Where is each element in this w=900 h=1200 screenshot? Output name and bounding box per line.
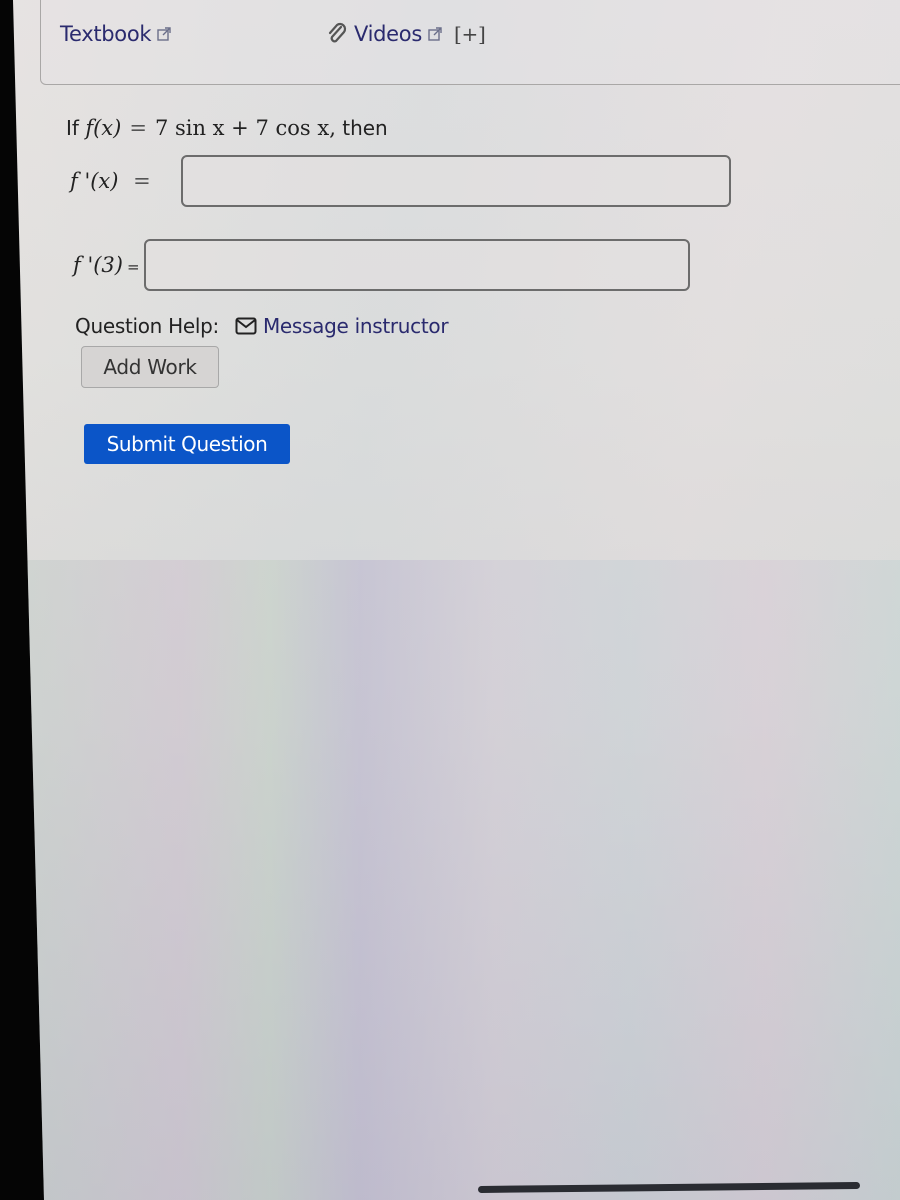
question-statement: If f(x) = 7 sin x + 7 cos x, then bbox=[66, 116, 388, 140]
screen: Textbook Videos [+] If f(x) = 7 sin x + 7 … bbox=[13, 0, 900, 1200]
add-work-button[interactable]: Add Work bbox=[81, 346, 219, 388]
message-instructor-link[interactable]: Message instructor bbox=[263, 314, 449, 338]
question-help: Question Help: Message instructor bbox=[75, 314, 449, 338]
answer-label-derivative: f '(x) = bbox=[70, 169, 151, 193]
question-suffix: then bbox=[342, 116, 388, 140]
submit-question-button[interactable]: Submit Question bbox=[84, 424, 290, 464]
derivative-input[interactable] bbox=[180, 155, 731, 207]
videos-label: Videos bbox=[354, 22, 422, 46]
screen-glare bbox=[13, 560, 900, 1200]
external-link-icon bbox=[428, 27, 442, 41]
textbook-label: Textbook bbox=[60, 22, 152, 46]
question-intro: If bbox=[66, 116, 79, 140]
answer-label-derivative-at-3: f '(3) = bbox=[73, 253, 140, 277]
question-help-label: Question Help: bbox=[75, 314, 219, 338]
derivative-at-3-input[interactable] bbox=[143, 239, 690, 291]
textbook-link[interactable]: Textbook bbox=[60, 22, 171, 46]
answer-row-derivative-at-3: f '(3) = bbox=[73, 239, 690, 291]
expand-toggle[interactable]: [+] bbox=[454, 22, 486, 46]
equals-sign: = bbox=[129, 116, 147, 140]
videos-link[interactable]: Videos [+] bbox=[326, 22, 486, 46]
mail-icon bbox=[235, 317, 257, 335]
home-indicator bbox=[477, 1182, 861, 1193]
external-link-icon bbox=[157, 27, 171, 41]
function-rhs: 7 sin x + 7 cos x, bbox=[154, 116, 336, 140]
answer-row-derivative: f '(x) = bbox=[70, 155, 731, 207]
photo-frame: Textbook Videos [+] If f(x) = 7 sin x + 7 … bbox=[0, 0, 900, 1200]
function-lhs: f(x) bbox=[85, 116, 122, 140]
paperclip-icon bbox=[328, 22, 347, 43]
